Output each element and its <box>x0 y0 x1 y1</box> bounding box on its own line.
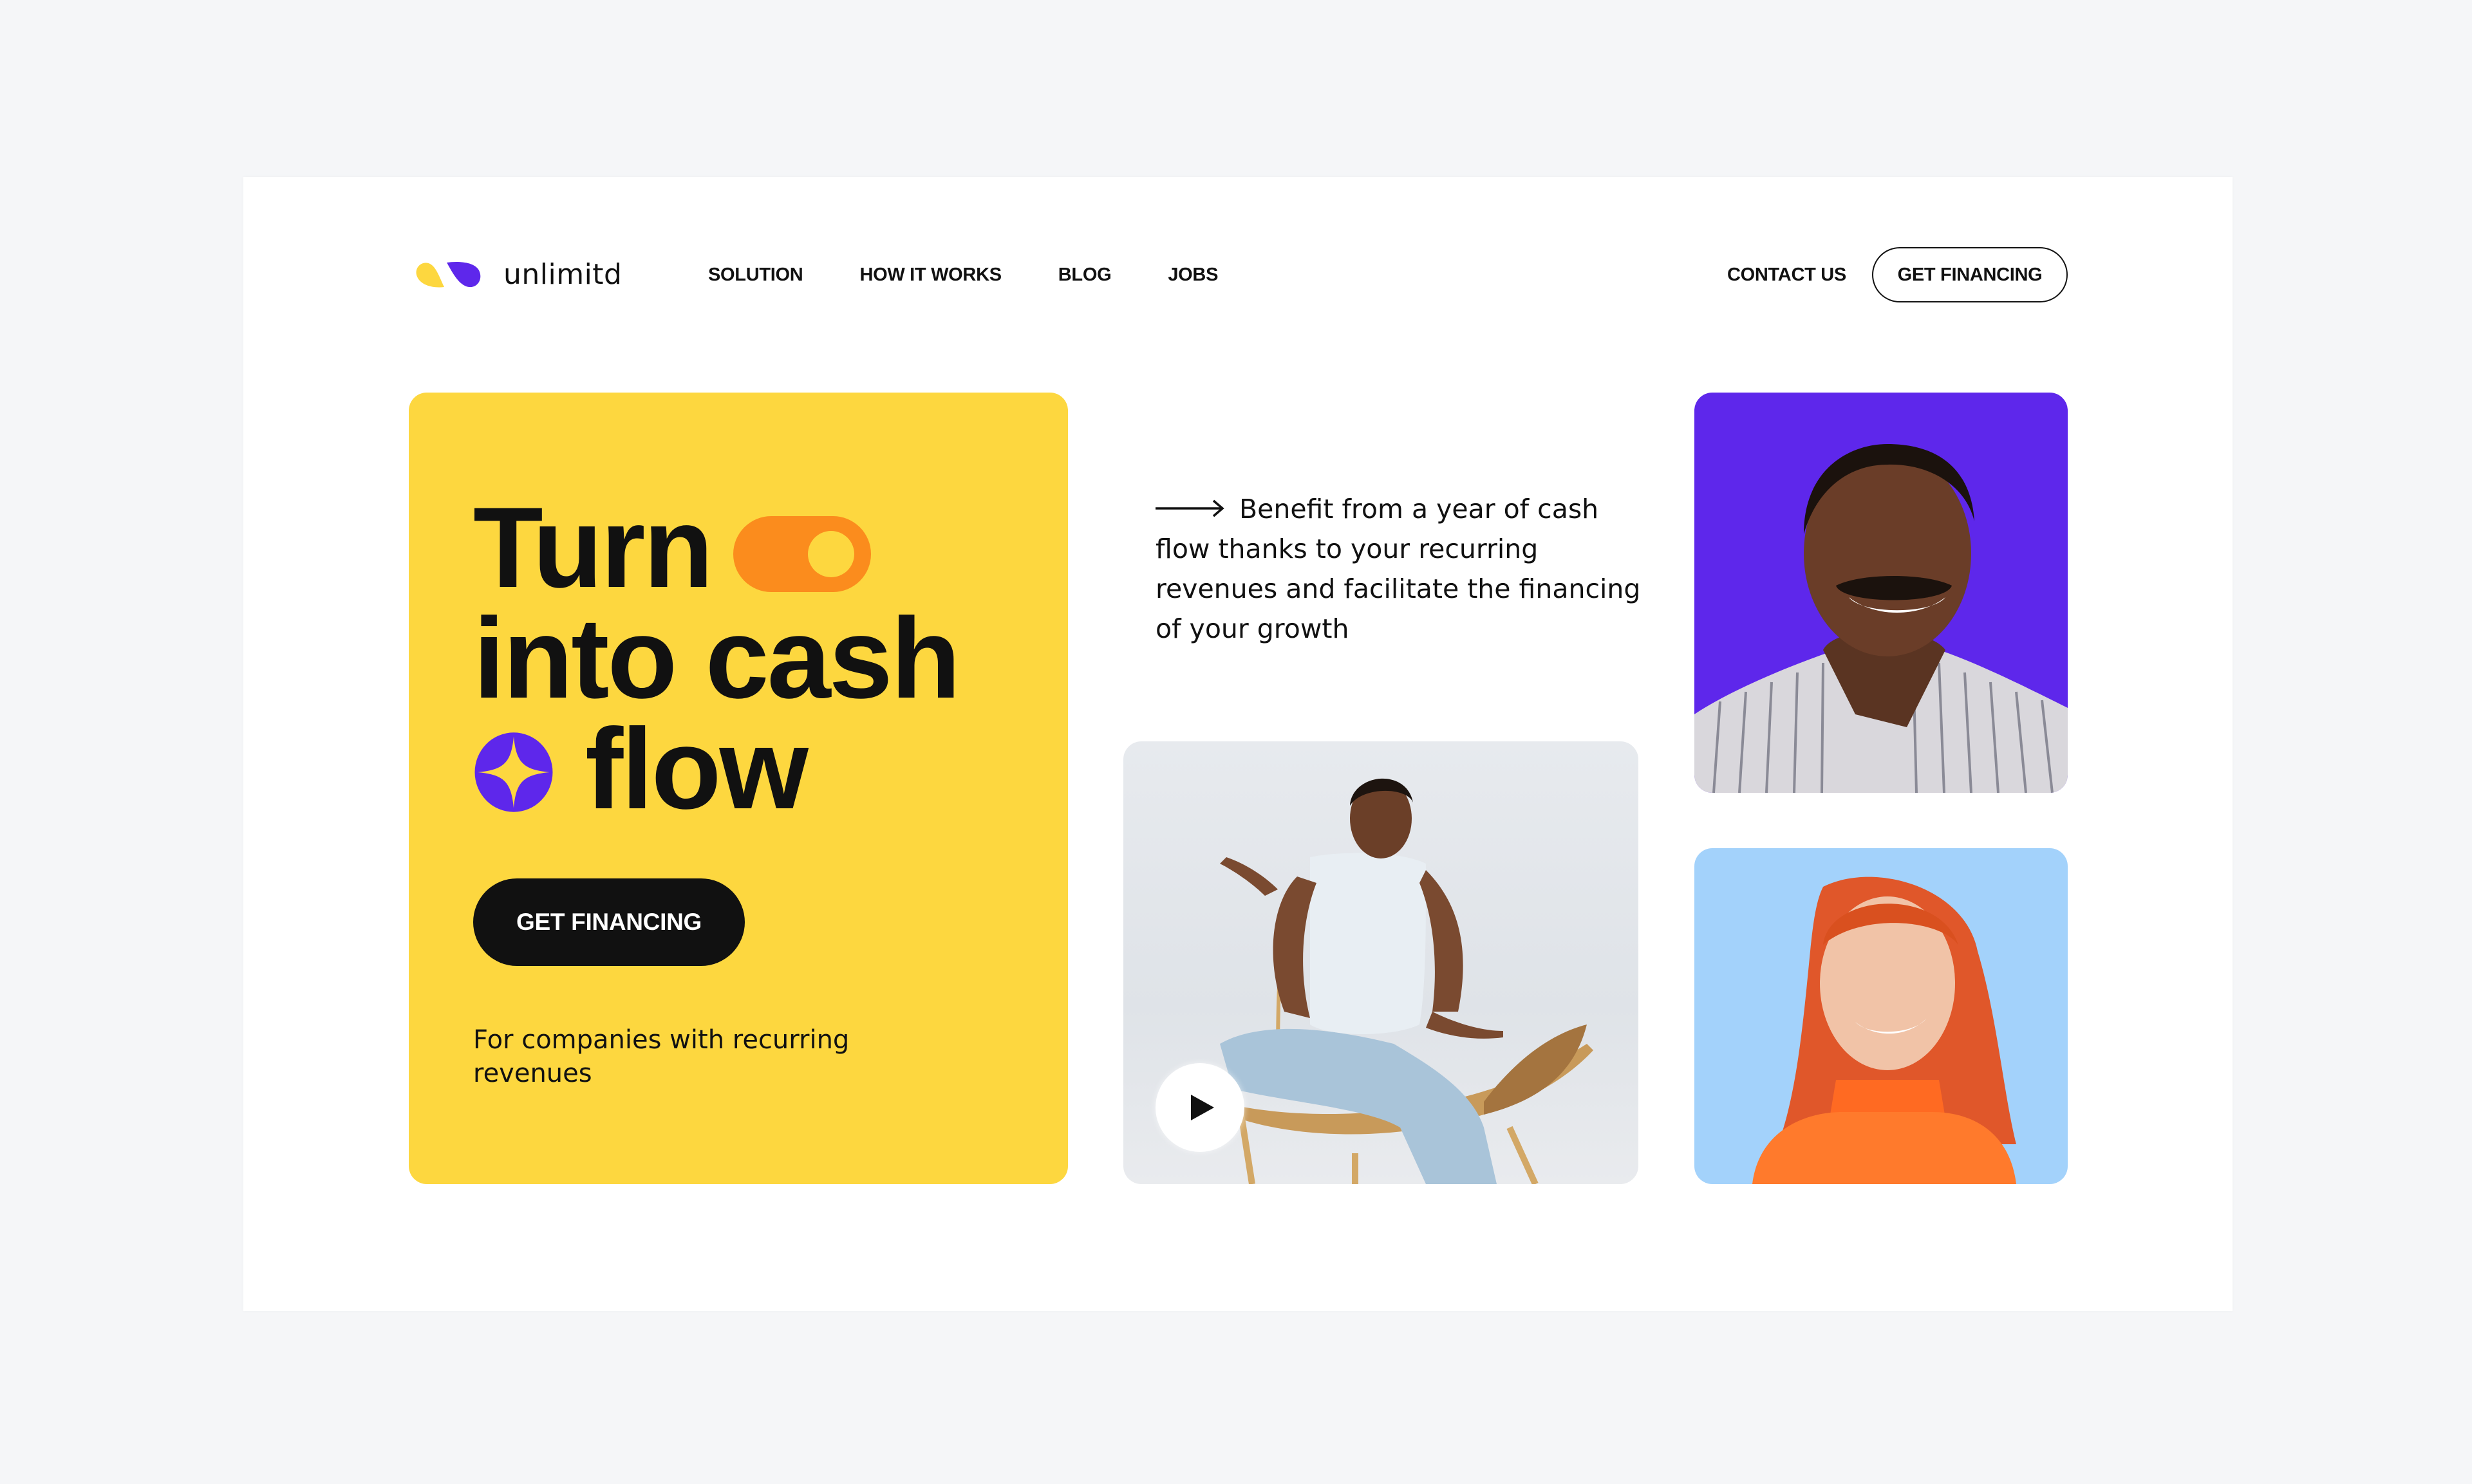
nav-item-how-it-works[interactable]: HOW IT WORKS <box>859 261 1002 289</box>
video-thumbnail[interactable] <box>1123 741 1638 1184</box>
smiling-woman-photo <box>1752 876 2016 1184</box>
sparkle-star-icon <box>473 732 554 813</box>
toggle-switch-icon <box>733 516 872 592</box>
contact-us-link[interactable]: CONTACT US <box>1727 261 1846 289</box>
hero-subtitle: For companies with recurring revenues <box>473 1025 850 1088</box>
headline-line-2: into cash <box>473 594 960 722</box>
nav-item-blog[interactable]: BLOG <box>1058 261 1112 289</box>
arrow-right-icon <box>1156 499 1225 518</box>
portrait-woman <box>1694 848 2068 1184</box>
hero-headline: Turn into cash flow <box>473 483 960 833</box>
benefit-text: Benefit from a year of cash flow thanks … <box>1156 489 1645 649</box>
nav-item-solution[interactable]: SOLUTION <box>708 261 803 289</box>
benefit-copy: Benefit from a year of cash flow thanks … <box>1156 494 1641 644</box>
header-get-financing-button[interactable]: GET FINANCING <box>1872 247 2068 302</box>
play-icon <box>1191 1095 1214 1120</box>
brand-name: unlimitd <box>503 257 623 291</box>
nav-item-jobs[interactable]: JOBS <box>1168 261 1218 289</box>
portrait-man <box>1694 393 2068 793</box>
main-nav: SOLUTION HOW IT WORKS BLOG JOBS <box>708 261 1218 289</box>
hero-card: Turn into cash flow GET FINANCING For co… <box>409 393 1068 1184</box>
headline-line-1: Turn <box>473 483 713 611</box>
two-petal-logo-icon <box>416 262 481 288</box>
smiling-man-photo <box>1694 444 2068 793</box>
play-button[interactable] <box>1156 1063 1244 1152</box>
headline-line-3: flow <box>585 705 809 833</box>
brand-logo[interactable]: unlimitd <box>412 257 623 291</box>
hero-get-financing-button[interactable]: GET FINANCING <box>473 878 745 966</box>
